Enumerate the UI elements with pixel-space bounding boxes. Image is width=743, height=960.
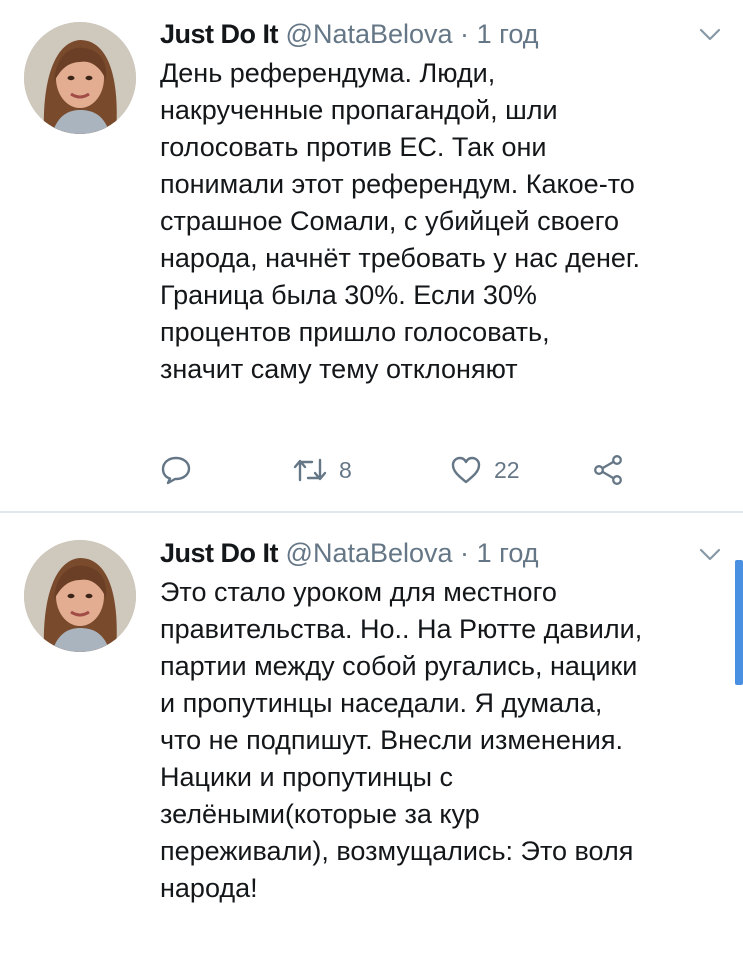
retweet-count: 8 <box>339 456 352 483</box>
reply-icon <box>160 455 192 485</box>
author-name[interactable]: Just Do It <box>160 19 279 49</box>
author-name[interactable]: Just Do It <box>160 538 279 568</box>
reply-button[interactable] <box>160 455 293 485</box>
share-icon <box>592 454 624 486</box>
chevron-down-icon[interactable] <box>699 28 721 42</box>
avatar[interactable] <box>24 540 136 652</box>
author-handle[interactable]: @NataBelova <box>286 538 453 568</box>
like-button[interactable]: 22 <box>450 455 592 485</box>
like-count: 22 <box>494 456 520 483</box>
tweet-text: День референдума. Люди, накрученные проп… <box>160 58 640 384</box>
author-handle[interactable]: @NataBelova <box>286 19 453 49</box>
avatar-image <box>24 22 136 134</box>
retweet-button[interactable]: 8 <box>293 456 450 484</box>
timestamp[interactable]: 1 год <box>477 538 539 568</box>
tweet[interactable]: Just Do It @NataBelova · 1 год День рефе… <box>0 0 743 512</box>
heart-icon <box>450 455 482 485</box>
separator: · <box>460 538 470 568</box>
scrollbar[interactable] <box>735 560 743 685</box>
tweet[interactable]: Just Do It @NataBelova · 1 год Это стало… <box>0 514 743 960</box>
tweet-actions: 8 22 <box>160 450 624 490</box>
avatar[interactable] <box>24 22 136 134</box>
separator: · <box>460 19 470 49</box>
chevron-down-icon[interactable] <box>699 548 721 562</box>
timestamp[interactable]: 1 год <box>477 19 539 49</box>
tweet-header: Just Do It @NataBelova · 1 год <box>160 535 539 571</box>
tweet-header: Just Do It @NataBelova · 1 год <box>160 16 539 52</box>
share-button[interactable] <box>592 454 624 486</box>
avatar-image <box>24 540 136 652</box>
tweet-text: Это стало уроком для местного правительс… <box>160 577 643 903</box>
divider <box>0 511 743 513</box>
retweet-icon <box>293 456 327 484</box>
